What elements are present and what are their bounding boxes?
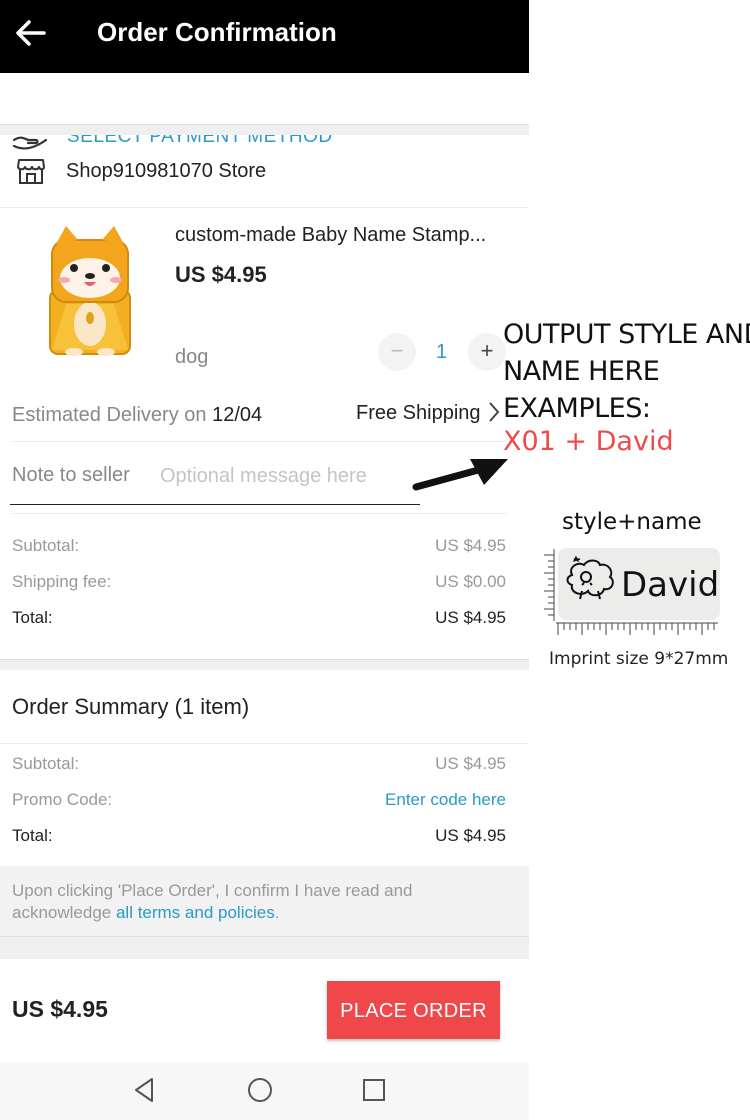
- divider: [0, 207, 529, 208]
- product-price: US $4.95: [175, 262, 267, 287]
- footer-total: US $4.95: [12, 996, 108, 1022]
- back-arrow-icon[interactable]: [14, 18, 48, 48]
- divider: [12, 513, 506, 514]
- section-divider: [0, 937, 529, 959]
- shipping-fee-value: US $0.00: [435, 572, 506, 591]
- page-title: Order Confirmation: [97, 17, 337, 47]
- stamp-name-text: David: [621, 565, 720, 605]
- summary-total-value: US $4.95: [435, 826, 506, 845]
- estimated-delivery: Estimated Delivery on 12/04: [12, 404, 262, 427]
- total-value: US $4.95: [435, 608, 506, 627]
- instruction-caption: OUTPUT STYLE AND NAME HERE EXAMPLES:: [503, 316, 750, 427]
- divider: [12, 441, 506, 442]
- section-divider: [0, 124, 529, 135]
- order-summary-title: Order Summary (1 item): [12, 694, 250, 719]
- shipping-fee-label: Shipping fee:: [12, 572, 112, 591]
- product-variant: dog: [175, 346, 209, 368]
- store-icon: [17, 159, 45, 184]
- delivery-label: Estimated Delivery on: [12, 404, 213, 426]
- terms-link[interactable]: all terms and policies: [116, 903, 275, 922]
- note-to-seller-input[interactable]: [160, 462, 410, 490]
- delivery-date: 12/04: [212, 404, 263, 426]
- pointer-arrow-icon: [412, 459, 508, 491]
- promo-code-label: Promo Code:: [12, 790, 113, 809]
- nav-recents-icon[interactable]: [361, 1076, 387, 1104]
- phone-screen: Order Confirmation SELECT PAYMENT METHOD…: [0, 0, 529, 1120]
- instruction-line-3: EXAMPLES:: [503, 393, 651, 424]
- enter-promo-code-link[interactable]: Enter code here: [385, 790, 506, 810]
- instruction-line-1: OUTPUT STYLE AND: [503, 319, 750, 350]
- divider: [0, 743, 529, 744]
- note-input-underline: [10, 504, 420, 505]
- place-order-button[interactable]: PLACE ORDER: [327, 981, 500, 1039]
- total-label: Total:: [12, 608, 53, 627]
- shipping-method[interactable]: Free Shipping: [356, 402, 481, 425]
- summary-subtotal-label: Subtotal:: [12, 754, 80, 773]
- quantity-decrease-button[interactable]: −: [378, 333, 416, 371]
- top-bar: Order Confirmation: [0, 0, 529, 73]
- subtotal-value: US $4.95: [435, 536, 506, 555]
- section-divider: [0, 659, 529, 670]
- terms-end: .: [274, 903, 280, 922]
- instruction-line-2: NAME HERE: [503, 356, 660, 387]
- product-image[interactable]: [44, 224, 136, 358]
- terms-text: Upon clicking 'Place Order', I confirm I…: [12, 880, 482, 924]
- style-name-label: style+name: [562, 509, 702, 535]
- nav-home-icon[interactable]: [246, 1076, 274, 1104]
- product-title[interactable]: custom-made Baby Name Stamp...: [175, 224, 505, 247]
- summary-subtotal-value: US $4.95: [435, 754, 506, 773]
- example-text: X01 + David: [503, 426, 674, 457]
- imprint-size-label: Imprint size 9*27mm: [549, 649, 729, 669]
- quantity-increase-button[interactable]: +: [468, 333, 506, 371]
- note-to-seller-label: Note to seller: [12, 464, 130, 486]
- nav-back-icon[interactable]: [132, 1076, 156, 1104]
- store-name[interactable]: Shop910981070 Store: [66, 160, 266, 183]
- quantity-value: 1: [436, 341, 448, 363]
- chevron-right-icon[interactable]: [487, 400, 501, 424]
- subtotal-label: Subtotal:: [12, 536, 80, 555]
- summary-total-label: Total:: [12, 826, 53, 845]
